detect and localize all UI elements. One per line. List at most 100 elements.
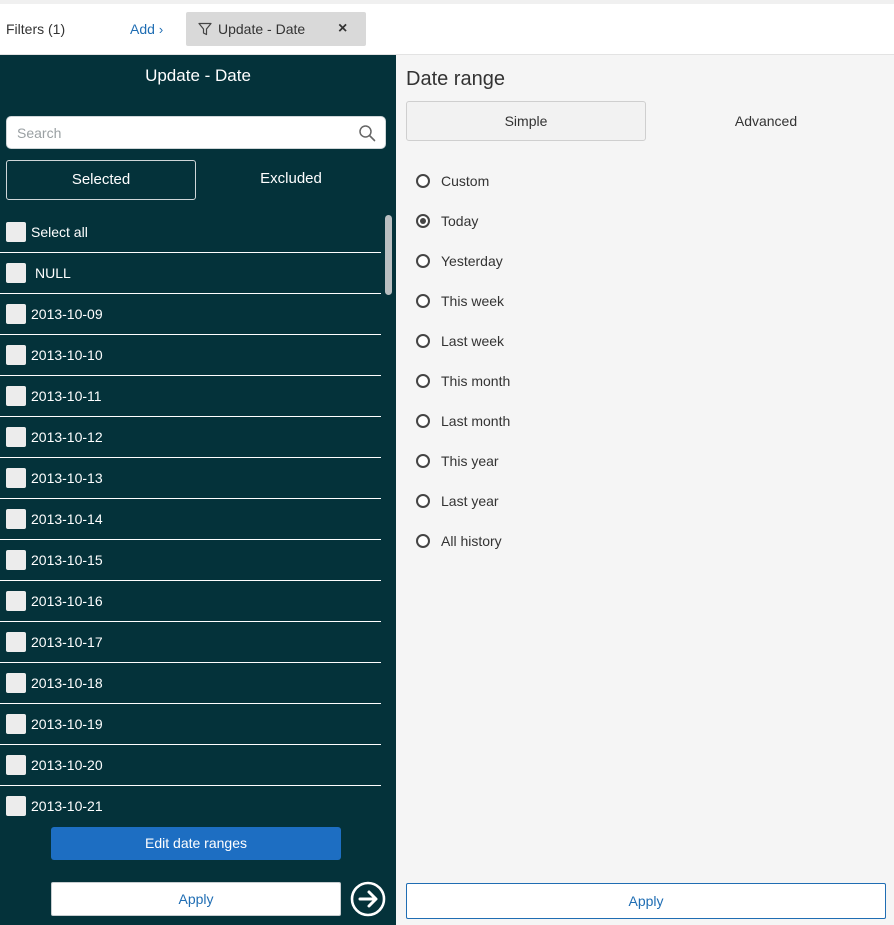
radio-option-all-history[interactable]: All history	[416, 530, 616, 554]
list-item[interactable]: 2013-10-12	[0, 417, 381, 458]
list-item[interactable]: 2013-10-14	[0, 499, 381, 540]
value-list: Select all NULL 2013-10-09 2013-10-10 20…	[0, 212, 396, 816]
list-item-label: 2013-10-14	[31, 511, 103, 527]
radio-option-last-year[interactable]: Last year	[416, 490, 616, 514]
list-item[interactable]: 2013-10-17	[0, 622, 381, 663]
list-item[interactable]: 2013-10-16	[0, 581, 381, 622]
checkbox[interactable]	[6, 509, 26, 529]
radio-option-this-year[interactable]: This year	[416, 450, 616, 474]
radio-button[interactable]	[416, 494, 430, 508]
list-item-label: 2013-10-10	[31, 347, 103, 363]
list-item-label: 2013-10-17	[31, 634, 103, 650]
radio-option-yesterday[interactable]: Yesterday	[416, 250, 616, 274]
add-filter-link[interactable]: Add ›	[130, 21, 163, 37]
radio-label: All history	[441, 533, 502, 549]
arrow-right-circle-icon[interactable]	[350, 881, 386, 917]
list-item-label: 2013-10-21	[31, 798, 103, 814]
list-item-label: 2013-10-20	[31, 757, 103, 773]
radio-label: Yesterday	[441, 253, 503, 269]
close-icon[interactable]: ×	[338, 20, 347, 38]
checkbox[interactable]	[6, 345, 26, 365]
list-item[interactable]: 2013-10-21	[0, 786, 381, 816]
checkbox[interactable]	[6, 222, 26, 242]
checkbox[interactable]	[6, 550, 26, 570]
list-item[interactable]: 2013-10-18	[0, 663, 381, 704]
radio-option-last-month[interactable]: Last month	[416, 410, 616, 434]
edit-date-ranges-button[interactable]: Edit date ranges	[51, 827, 341, 860]
apply-button-right[interactable]: Apply	[406, 883, 886, 919]
list-item[interactable]: NULL	[0, 253, 381, 294]
chevron-right-icon: ›	[158, 22, 164, 37]
list-item-label: Select all	[31, 224, 88, 240]
checkbox[interactable]	[6, 591, 26, 611]
checkbox[interactable]	[6, 714, 26, 734]
tab-advanced[interactable]: Advanced	[646, 101, 886, 141]
panel-title: Update - Date	[145, 66, 251, 85]
checkbox[interactable]	[6, 263, 26, 283]
radio-button[interactable]	[416, 254, 430, 268]
panel-title: Date range	[406, 68, 505, 90]
checkbox[interactable]	[6, 304, 26, 324]
radio-label: This month	[441, 373, 511, 389]
radio-label: Last month	[441, 413, 511, 429]
filter-funnel-icon	[198, 22, 212, 36]
date-range-panel: Date range Simple Advanced Custom Today …	[396, 55, 894, 925]
list-item[interactable]: 2013-10-09	[0, 294, 381, 335]
radio-option-this-month[interactable]: This month	[416, 370, 616, 394]
radio-label: Last week	[441, 333, 505, 349]
tab-selected[interactable]: Selected	[6, 160, 196, 200]
radio-button[interactable]	[416, 534, 430, 548]
list-item-label: 2013-10-15	[31, 552, 103, 568]
list-item-label: 2013-10-16	[31, 593, 103, 609]
list-item[interactable]: 2013-10-19	[0, 704, 381, 745]
filter-chip-label: Update - Date	[218, 21, 306, 37]
apply-button-left[interactable]: Apply	[51, 882, 341, 916]
checkbox[interactable]	[6, 386, 26, 406]
radio-button[interactable]	[416, 294, 430, 308]
list-item-label: 2013-10-11	[31, 388, 102, 404]
list-item[interactable]: 2013-10-10	[0, 335, 381, 376]
checkbox[interactable]	[6, 468, 26, 488]
radio-option-custom[interactable]: Custom	[416, 170, 616, 194]
search-box	[6, 116, 386, 149]
list-item-label: 2013-10-18	[31, 675, 103, 691]
list-item-label: 2013-10-13	[31, 470, 103, 486]
list-item[interactable]: 2013-10-11	[0, 376, 381, 417]
list-item-label: 2013-10-19	[31, 716, 103, 732]
radio-button[interactable]	[416, 414, 430, 428]
radio-button[interactable]	[416, 454, 430, 468]
filter-bar: Filters (1) Add › Update - Date ×	[0, 0, 894, 55]
tab-simple[interactable]: Simple	[406, 101, 646, 141]
radio-button[interactable]	[416, 174, 430, 188]
search-icon[interactable]	[358, 124, 376, 142]
filters-count-label: Filters (1)	[6, 21, 66, 37]
tab-excluded[interactable]: Excluded	[196, 160, 386, 200]
search-input[interactable]	[17, 123, 347, 143]
list-item-label: NULL	[35, 265, 71, 281]
checkbox[interactable]	[6, 673, 26, 693]
radio-button[interactable]	[416, 334, 430, 348]
list-scrollbar[interactable]	[385, 215, 392, 295]
radio-option-last-week[interactable]: Last week	[416, 330, 616, 354]
checkbox[interactable]	[6, 427, 26, 447]
radio-button[interactable]	[416, 374, 430, 388]
radio-selected-dot	[420, 218, 426, 224]
checkbox[interactable]	[6, 632, 26, 652]
list-item-select-all[interactable]: Select all	[0, 212, 381, 253]
radio-label: Today	[441, 213, 479, 229]
radio-label: This year	[441, 453, 499, 469]
radio-label: Last year	[441, 493, 499, 509]
filter-chip[interactable]: Update - Date ×	[186, 12, 366, 46]
list-item[interactable]: 2013-10-20	[0, 745, 381, 786]
radio-button[interactable]	[416, 214, 430, 228]
checkbox[interactable]	[6, 755, 26, 775]
add-filter-label: Add	[130, 21, 155, 37]
radio-option-today[interactable]: Today	[416, 210, 616, 234]
list-item[interactable]: 2013-10-13	[0, 458, 381, 499]
list-item[interactable]: 2013-10-15	[0, 540, 381, 581]
checkbox[interactable]	[6, 796, 26, 816]
list-item-label: 2013-10-09	[31, 306, 103, 322]
radio-option-this-week[interactable]: This week	[416, 290, 616, 314]
radio-label: This week	[441, 293, 505, 309]
list-item-label: 2013-10-12	[31, 429, 103, 445]
